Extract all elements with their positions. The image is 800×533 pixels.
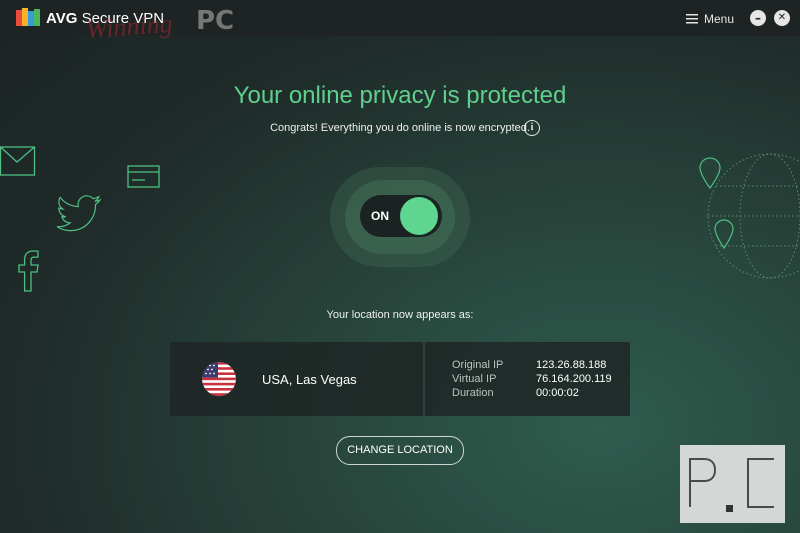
close-button[interactable]: ✕ [774, 10, 790, 26]
brand-name: AVG [46, 10, 78, 27]
privacy-status-headline: Your online privacy is protected [233, 82, 567, 109]
credit-card-icon [127, 165, 160, 188]
hamburger-icon [686, 14, 698, 24]
original-ip-label: Original IP [452, 359, 504, 371]
mail-icon [0, 146, 36, 176]
menu-label: Menu [704, 12, 735, 26]
duration-label: Duration [452, 387, 494, 399]
ip-labels: Original IP Virtual IP Duration [452, 358, 503, 400]
duration-value: 00:00:02 [536, 387, 579, 399]
location-country: USA, Las Vegas [262, 372, 357, 387]
vpn-toggle[interactable]: ON [360, 195, 442, 237]
globe-icon [699, 153, 800, 279]
avg-logo-icon [16, 8, 40, 26]
title-bar: AVG Secure VPN Winning PC Menu – ✕ [0, 0, 800, 44]
card-divider [423, 342, 425, 416]
virtual-ip-value: 76.164.200.119 [536, 373, 612, 385]
menu-button[interactable]: Menu [686, 11, 734, 27]
minimize-button[interactable]: – [750, 10, 766, 26]
change-location-button[interactable]: CHANGE LOCATION [336, 436, 464, 465]
facebook-icon [18, 250, 39, 292]
original-ip-value: 123.26.88.188 [536, 359, 607, 371]
location-caption: Your location now appears as: [326, 309, 474, 321]
encryption-subtitle: Congrats! Everything you do online is no… [270, 122, 530, 134]
ip-values: 123.26.88.188 76.164.200.119 00:00:02 [536, 358, 612, 400]
watermark-script: Winning [85, 9, 174, 44]
us-flag-icon [202, 362, 236, 396]
watermark-pc: PC [196, 6, 235, 36]
toggle-label: ON [371, 209, 389, 223]
toggle-knob [400, 197, 438, 235]
virtual-ip-label: Virtual IP [452, 373, 497, 385]
twitter-icon [56, 195, 102, 232]
pc-watermark-logo [689, 458, 774, 512]
pc-watermark-box [680, 445, 785, 523]
info-icon[interactable]: i [524, 120, 540, 136]
location-card: USA, Las Vegas Original IP Virtual IP Du… [170, 342, 630, 416]
